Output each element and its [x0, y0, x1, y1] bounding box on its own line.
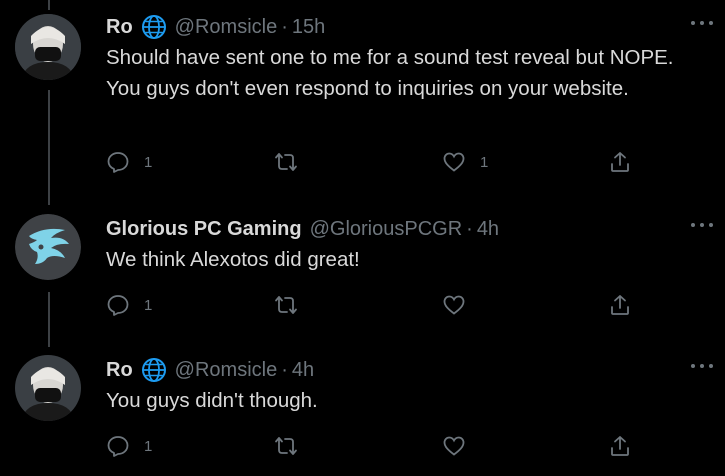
- globe-icon: [141, 14, 167, 40]
- display-name[interactable]: Glorious PC Gaming: [106, 218, 302, 241]
- retweet-button[interactable]: [274, 290, 312, 320]
- globe-icon: [141, 357, 167, 383]
- timestamp[interactable]: 4h: [477, 218, 499, 241]
- separator-dot: ·: [466, 217, 473, 240]
- share-icon: [608, 150, 632, 174]
- tweet[interactable]: Glorious PC Gaming @GloriousPCGR · 4h We…: [0, 214, 725, 344]
- heart-icon: [442, 150, 466, 174]
- share-icon: [608, 434, 632, 458]
- retweet-button[interactable]: [274, 147, 312, 177]
- tweet[interactable]: Ro @Romsicle · 4h You guys didn't though…: [0, 355, 725, 476]
- timestamp[interactable]: 4h: [292, 359, 314, 382]
- retweet-icon: [274, 150, 298, 174]
- more-options-icon[interactable]: [691, 16, 713, 30]
- more-options-icon[interactable]: [691, 359, 713, 373]
- share-button[interactable]: [608, 290, 632, 320]
- retweet-button[interactable]: [274, 431, 312, 461]
- avatar[interactable]: [15, 214, 81, 280]
- retweet-icon: [274, 434, 298, 458]
- share-icon: [608, 293, 632, 317]
- like-button[interactable]: 1: [442, 147, 488, 177]
- like-button[interactable]: [442, 431, 480, 461]
- handle[interactable]: @Romsicle: [175, 16, 278, 39]
- avatar[interactable]: [15, 355, 81, 421]
- heart-icon: [442, 434, 466, 458]
- handle[interactable]: @GloriousPCGR: [310, 218, 463, 241]
- reply-icon: [106, 293, 130, 317]
- reply-button[interactable]: 1: [106, 290, 152, 320]
- reply-button[interactable]: 1: [106, 147, 152, 177]
- thread-line: [48, 0, 50, 10]
- reply-count: 1: [144, 437, 153, 455]
- retweet-icon: [274, 293, 298, 317]
- like-button[interactable]: [442, 290, 480, 320]
- separator-dot: ·: [281, 358, 288, 381]
- action-bar: 1: [106, 431, 646, 461]
- tweet-text: You guys didn't though.: [106, 389, 318, 412]
- reply-count: 1: [144, 296, 153, 314]
- share-button[interactable]: [608, 431, 632, 461]
- handle[interactable]: @Romsicle: [175, 359, 278, 382]
- tweet[interactable]: Ro @Romsicle · 15h Should have sent one …: [0, 12, 725, 192]
- heart-icon: [442, 293, 466, 317]
- action-bar: 1: [106, 290, 646, 320]
- display-name[interactable]: Ro: [106, 359, 133, 382]
- share-button[interactable]: [608, 147, 632, 177]
- timestamp[interactable]: 15h: [292, 16, 325, 39]
- avatar[interactable]: [15, 14, 81, 80]
- like-count: 1: [480, 153, 489, 171]
- tweet-text: Should have sent one to me for a sound t…: [106, 46, 674, 100]
- action-bar: 1 1: [106, 147, 646, 177]
- separator-dot: ·: [281, 15, 288, 38]
- reply-button[interactable]: 1: [106, 431, 152, 461]
- reply-count: 1: [144, 153, 153, 171]
- display-name[interactable]: Ro: [106, 16, 133, 39]
- reply-icon: [106, 150, 130, 174]
- tweet-text: We think Alexotos did great!: [106, 248, 360, 271]
- more-options-icon[interactable]: [691, 218, 713, 232]
- reply-icon: [106, 434, 130, 458]
